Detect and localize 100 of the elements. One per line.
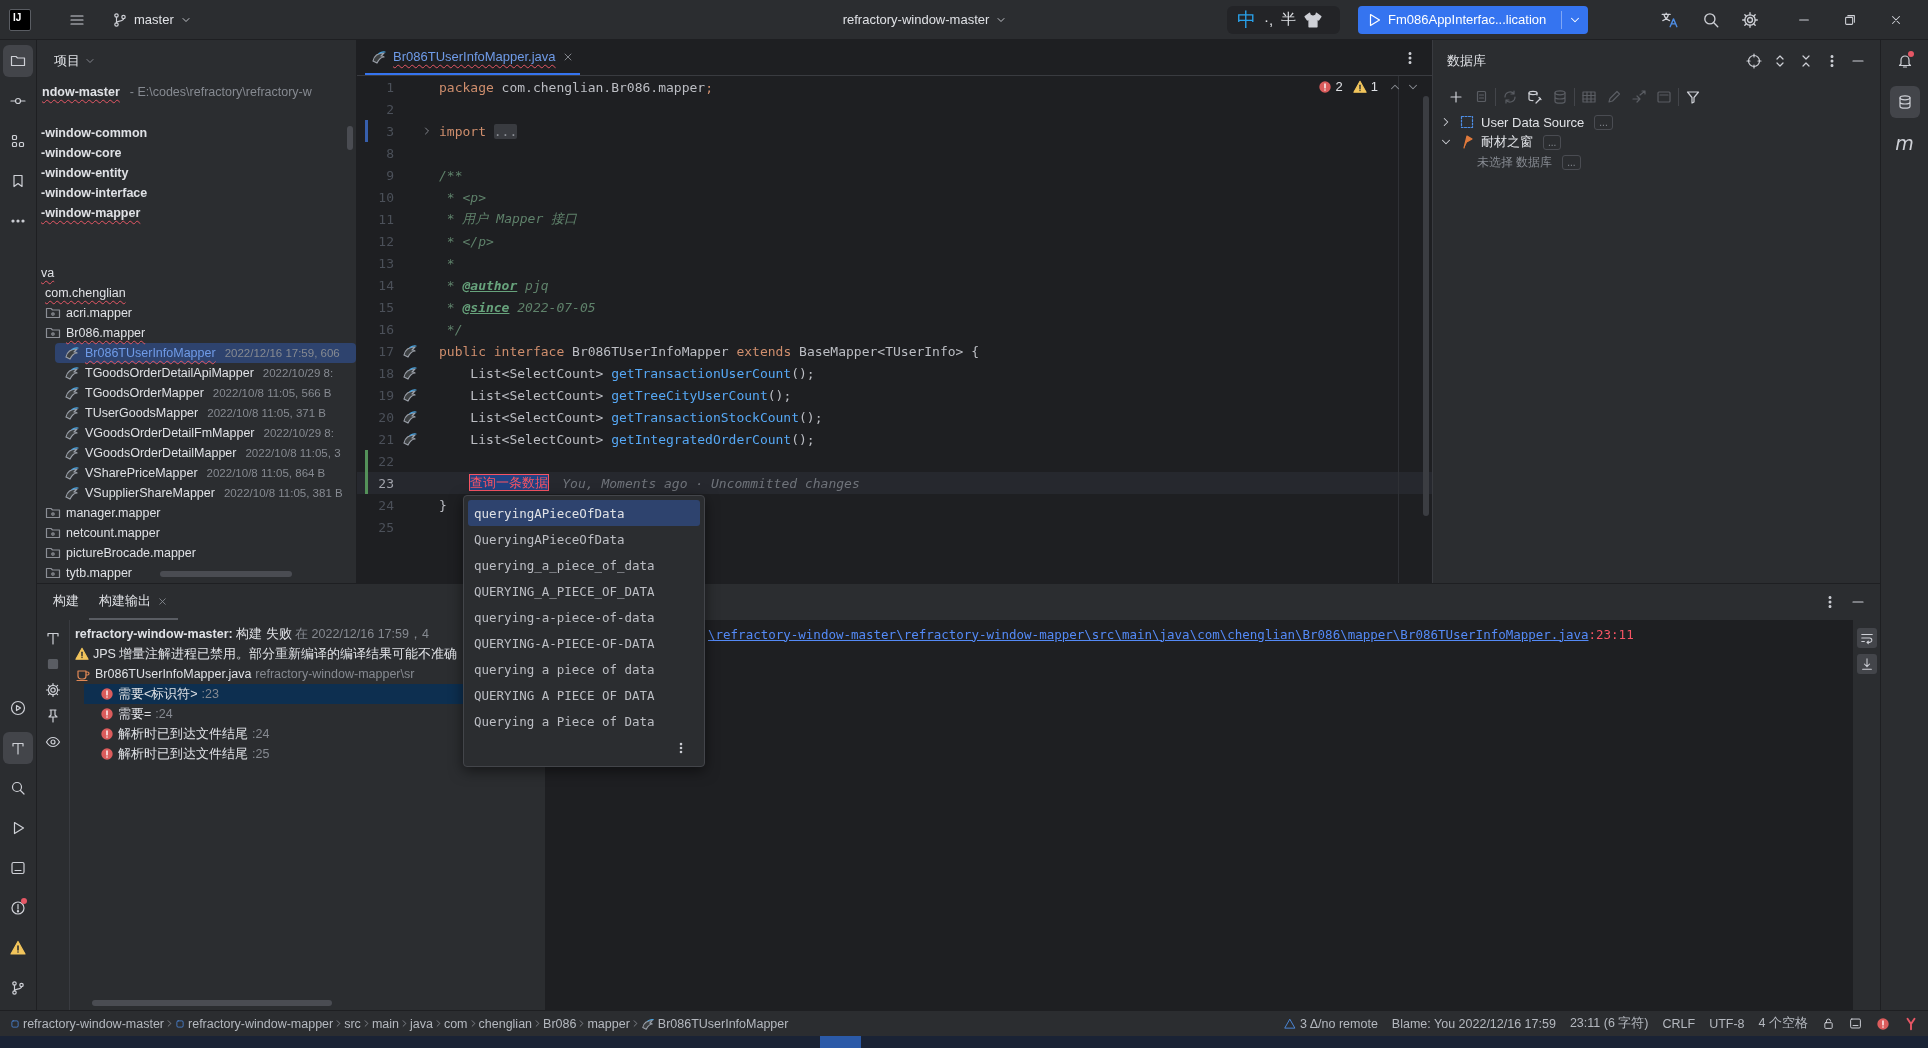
tree-item[interactable]: netcount.mapper: [37, 523, 356, 543]
tree-item[interactable]: TGoodsOrderDetailApiMapper 2022/10/29 8:: [55, 363, 356, 383]
tree-item[interactable]: TUserGoodsMapper 2022/10/8 11:05, 371 B: [55, 403, 356, 423]
tree-item[interactable]: com.chenglian: [37, 283, 356, 303]
completion-item[interactable]: querying a piece of data: [468, 656, 700, 682]
breadcrumb-item[interactable]: main: [371, 1016, 399, 1031]
bird-icon[interactable]: [402, 431, 418, 447]
panel-tab[interactable]: 构建: [43, 584, 89, 620]
input-method-indicator[interactable]: 中 ·, 半: [1227, 5, 1340, 34]
scrollbar-thumb[interactable]: [92, 1000, 332, 1006]
tree-item[interactable]: tytb.mapper: [37, 563, 356, 583]
tree-item-label[interactable]: User Data Source: [1481, 114, 1585, 130]
vcs-status[interactable]: 3 Δ/no remote: [1300, 1016, 1378, 1031]
line-ending[interactable]: CRLF: [1662, 1016, 1696, 1031]
change-marker[interactable]: [365, 450, 368, 472]
tree-item-label[interactable]: 耐材之窗: [1481, 133, 1533, 151]
panel-tab[interactable]: 构建输出: [89, 584, 178, 620]
restore-icon[interactable]: [1843, 12, 1857, 27]
scrollbar-thumb[interactable]: [347, 126, 353, 150]
tree-item[interactable]: pictureBrocade.mapper: [37, 543, 356, 563]
tree-item-label[interactable]: 未选择 数据库: [1477, 154, 1553, 170]
breadcrumb-item[interactable]: refractory-window-mapper: [188, 1016, 334, 1031]
module-label[interactable]: -window-mapper: [41, 206, 141, 220]
tree-item[interactable]: VGoodsOrderDetailMapper 2022/10/8 11:05, 3: [55, 443, 356, 463]
completion-item[interactable]: queryingAPieceOfData: [468, 500, 700, 526]
terminal-icon[interactable]: [1849, 1017, 1862, 1030]
plus-icon[interactable]: [1448, 89, 1464, 105]
module-label[interactable]: -window-entity: [41, 166, 129, 180]
module-label[interactable]: -window-interface: [41, 186, 148, 200]
breadcrumb-item[interactable]: Br086: [543, 1016, 577, 1031]
completion-item[interactable]: querying-a-piece-of-data: [468, 604, 700, 630]
error-count[interactable]: 2: [1335, 79, 1343, 94]
project-selector[interactable]: refractory-window-master: [836, 8, 1014, 31]
branch-selector[interactable]: master: [106, 7, 198, 32]
build-summary[interactable]: refractory-window-master: 构建 失败 在 2022/12/16 17:59，4: [75, 625, 429, 643]
more-button[interactable]: ...: [1562, 154, 1581, 170]
completion-item[interactable]: QUERYING-A-PIECE-OF-DATA: [468, 630, 700, 656]
change-marker[interactable]: [365, 472, 368, 494]
lock-icon[interactable]: [1822, 1017, 1835, 1030]
completion-item[interactable]: QueryingAPieceOfData: [468, 526, 700, 552]
panel-title[interactable]: 项目: [54, 52, 80, 70]
tree-item[interactable]: manager.mapper: [37, 503, 356, 523]
soft-wrap-button[interactable]: [1856, 628, 1877, 648]
tree-item[interactable]: VGoodsOrderDetailFmMapper 2022/10/29 8:: [55, 423, 356, 443]
build-error-item[interactable]: 解析时已到达文件结尾 :25: [84, 744, 545, 764]
file-encoding[interactable]: UTF-8: [1709, 1016, 1745, 1031]
scroll-to-end-button[interactable]: [1856, 654, 1877, 674]
tree-item[interactable]: Br086.mapper: [37, 323, 356, 343]
breadcrumb-item[interactable]: mapper: [587, 1016, 630, 1031]
tree-item[interactable]: VSupplierShareMapper 2022/10/8 11:05, 381 B: [55, 483, 356, 503]
completion-item[interactable]: Querying a Piece of Data: [468, 708, 700, 734]
tree-item[interactable]: Br086TUserInfoMapper 2022/12/16 17:59, 606: [55, 343, 356, 363]
editor-tab[interactable]: Br086TUserInfoMapper.java: [365, 40, 580, 75]
bird-icon[interactable]: [402, 343, 418, 359]
completion-item[interactable]: querying_a_piece_of_data: [468, 552, 700, 578]
error-icon[interactable]: [1876, 1016, 1890, 1031]
tool-window-button[interactable]: [3, 45, 33, 77]
breadcrumb-item[interactable]: refractory-window-master: [23, 1016, 164, 1031]
blame-info[interactable]: Blame: You 2022/12/16 17:59: [1391, 1016, 1556, 1031]
build-warning[interactable]: JPS 增量注解进程已禁用。部分重新编译的编译结果可能不准确: [93, 645, 458, 663]
fork-icon[interactable]: [1904, 1016, 1918, 1031]
completion-item[interactable]: QUERYING_A_PIECE_OF_DATA: [468, 578, 700, 604]
indent-setting[interactable]: 4 个空格: [1758, 1015, 1808, 1032]
bird-icon[interactable]: [402, 409, 418, 425]
bird-icon[interactable]: [402, 365, 418, 381]
change-marker[interactable]: [365, 120, 368, 142]
more-button[interactable]: ...: [1543, 134, 1562, 150]
app-logo[interactable]: IJ: [9, 8, 31, 31]
eye-icon[interactable]: [45, 734, 61, 750]
breadcrumb-item[interactable]: java: [409, 1016, 433, 1031]
scrollbar-thumb[interactable]: [160, 571, 292, 577]
translate-icon[interactable]: [1660, 10, 1678, 29]
database-wrench-icon[interactable]: [1527, 89, 1543, 105]
tool-window-button[interactable]: m: [1889, 127, 1920, 159]
more-button[interactable]: ...: [1594, 114, 1613, 130]
tool-window-button[interactable]: [3, 732, 33, 764]
scrollbar-thumb[interactable]: [1423, 96, 1429, 516]
warning-count[interactable]: 1: [1370, 79, 1378, 94]
module-label[interactable]: -window-core: [41, 146, 122, 160]
breadcrumb-item[interactable]: com: [443, 1016, 468, 1031]
tree-item[interactable]: acri.mapper: [37, 303, 356, 323]
file-link[interactable]: \refractory-window-master\refractory-window-mapper\src\main\java\com\chenglian\Br086\mapper\Br086TUserInfoMapper.java: [708, 626, 1589, 642]
breadcrumb-item[interactable]: chenglian: [478, 1016, 533, 1031]
breadcrumb-item[interactable]: Br086TUserInfoMapper: [657, 1016, 789, 1031]
run-config-button[interactable]: Fm086AppInterfac...lication: [1358, 5, 1588, 34]
project-root-label[interactable]: ndow-master: [42, 85, 120, 99]
module-label[interactable]: -window-common: [41, 126, 148, 140]
bird-icon[interactable]: [402, 387, 418, 403]
cursor-position[interactable]: 23:11 (6 字符): [1569, 1015, 1649, 1032]
filter-icon[interactable]: [1685, 89, 1701, 105]
tree-item[interactable]: va: [37, 263, 356, 283]
breadcrumb-item[interactable]: src: [344, 1016, 361, 1031]
locate-icon[interactable]: [1746, 53, 1762, 69]
search-icon[interactable]: [1702, 10, 1720, 29]
file-name[interactable]: Br086TUserInfoMapper.java: [95, 667, 252, 681]
tool-window-button[interactable]: [1889, 86, 1920, 118]
close-icon[interactable]: [157, 595, 168, 607]
tree-item[interactable]: VSharePriceMapper 2022/10/8 11:05, 864 B: [55, 463, 356, 483]
hammer-icon[interactable]: [45, 630, 61, 646]
settings-icon[interactable]: [45, 682, 61, 698]
